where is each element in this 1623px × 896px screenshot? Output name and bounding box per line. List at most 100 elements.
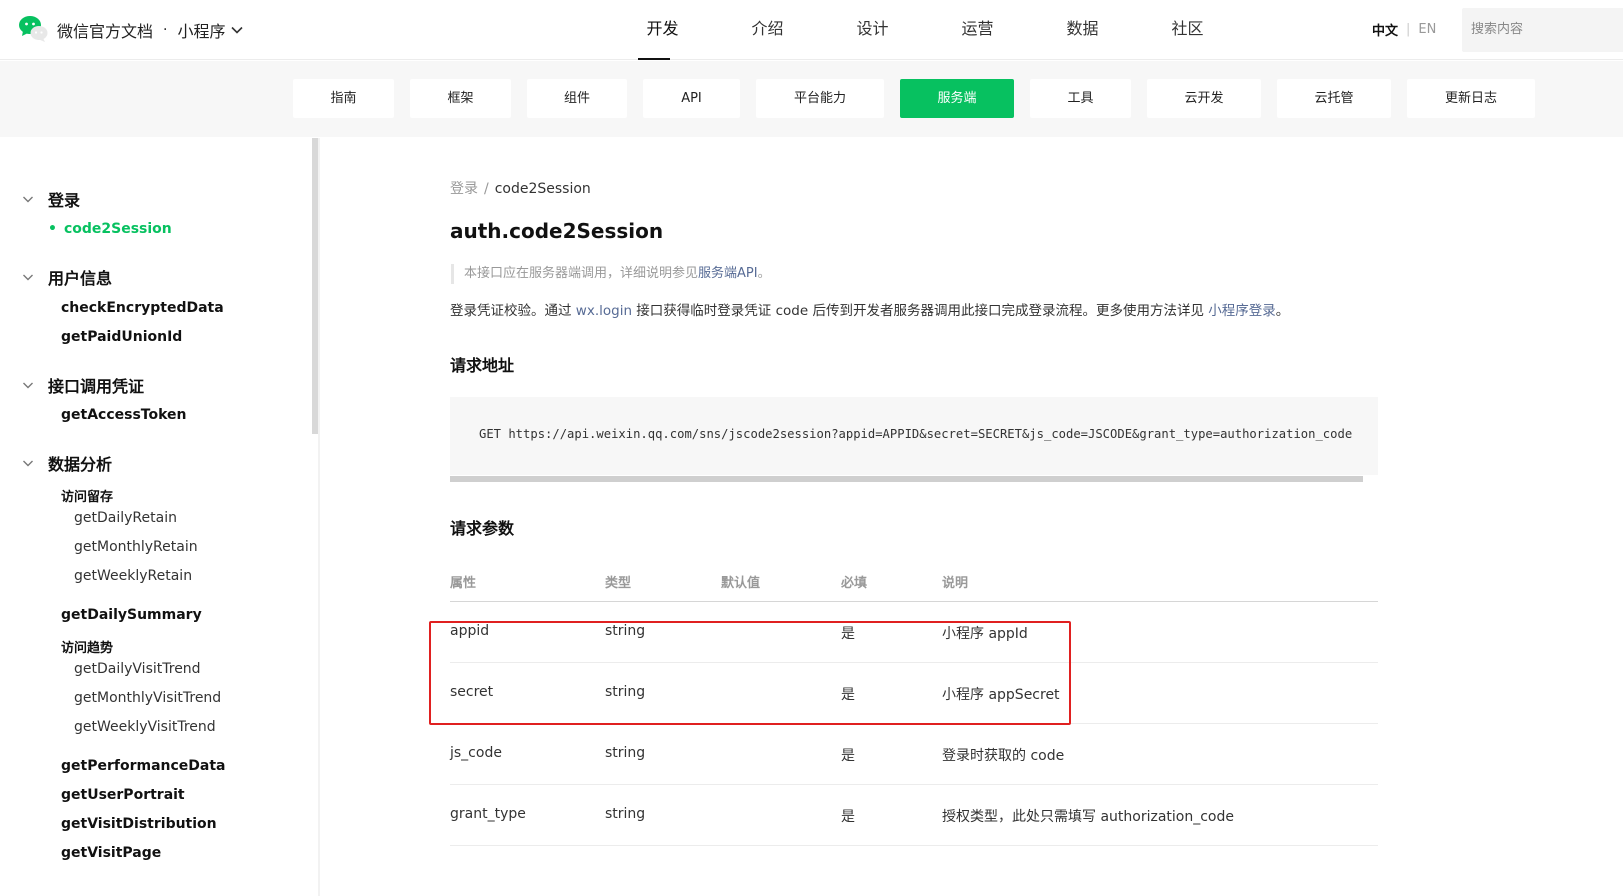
lang-separator: | xyxy=(1406,22,1411,37)
sidebar-item-getmonthlyvisittrend[interactable]: getMonthlyVisitTrend xyxy=(74,690,221,706)
breadcrumb: 登录 / code2Session xyxy=(450,178,591,198)
nav-item-operation[interactable]: 运营 xyxy=(925,0,1030,60)
subnav-platform[interactable]: 平台能力 xyxy=(756,79,884,118)
sidebar-group-label: 数据分析 xyxy=(48,455,113,474)
sidebar-item-checkencrypteddata[interactable]: checkEncryptedData xyxy=(61,300,224,316)
table-header-required: 必填 xyxy=(841,576,868,591)
table-cell-type: string xyxy=(605,806,646,822)
sidebar-item-getaccesstoken[interactable]: getAccessToken xyxy=(61,407,187,423)
sidebar-item-getpaidunionid[interactable]: getPaidUnionId xyxy=(61,329,182,345)
subnav-tools[interactable]: 工具 xyxy=(1030,79,1131,118)
language-switch: 中文 | EN xyxy=(1372,20,1436,39)
table-cell-desc: 授权类型，此处只需填写 authorization_code xyxy=(942,809,1234,825)
sidebar-item-getperformancedata[interactable]: getPerformanceData xyxy=(61,758,226,774)
page-title: auth.code2Session xyxy=(450,219,664,243)
subnav-server[interactable]: 服务端 xyxy=(900,79,1014,118)
sidebar-scrollbar[interactable] xyxy=(312,138,318,434)
sidebar-group-analytics[interactable]: 数据分析 xyxy=(22,451,112,475)
sidebar-item-getmonthlyretain[interactable]: getMonthlyRetain xyxy=(74,539,198,555)
sidebar-group-label: 接口调用凭证 xyxy=(48,377,145,396)
subnav-api[interactable]: API xyxy=(643,79,740,118)
nav-item-design[interactable]: 设计 xyxy=(820,0,925,60)
table-cell-required: 是 xyxy=(841,809,855,825)
sidebar-group-label: 用户信息 xyxy=(48,269,113,288)
sidebar-item-label: code2Session xyxy=(63,221,172,237)
brand-separator: · xyxy=(163,22,168,38)
sidebar-subgroup-retain[interactable]: 访问留存 xyxy=(61,486,113,505)
nav-item-dev[interactable]: 开发 xyxy=(610,0,715,60)
chevron-down-icon xyxy=(23,196,33,202)
table-cell-desc: 登录时获取的 code xyxy=(942,748,1065,764)
sidebar-item-getuserportrait[interactable]: getUserPortrait xyxy=(61,787,185,803)
subnav-cloud-dev[interactable]: 云开发 xyxy=(1147,79,1261,118)
sidebar-group-label: 登录 xyxy=(48,191,81,210)
highlight-annotation-box xyxy=(429,621,1071,725)
subnav-framework[interactable]: 框架 xyxy=(410,79,511,118)
table-header-divider xyxy=(450,601,1378,602)
note-blockquote: 本接口应在服务器端调用，详细说明参见服务端API。 xyxy=(451,264,771,284)
link-wx-login[interactable]: wx.login xyxy=(576,303,632,319)
table-header-desc: 说明 xyxy=(942,576,969,591)
breadcrumb-parent[interactable]: 登录 xyxy=(450,181,478,197)
section-heading-request-url: 请求地址 xyxy=(450,356,515,375)
code-horizontal-scrollbar[interactable] xyxy=(450,476,1363,482)
note-link-server-api[interactable]: 服务端API xyxy=(698,266,758,281)
table-cell-required: 是 xyxy=(841,748,855,764)
chevron-down-icon xyxy=(23,274,33,280)
nav-item-data[interactable]: 数据 xyxy=(1030,0,1135,60)
breadcrumb-current: code2Session xyxy=(494,181,591,197)
active-bullet: • xyxy=(48,221,57,237)
table-row-divider xyxy=(450,784,1378,785)
subnav-changelog[interactable]: 更新日志 xyxy=(1407,79,1535,118)
search-input[interactable]: 搜索内容 xyxy=(1462,8,1623,52)
note-suffix: 。 xyxy=(757,266,771,281)
sidebar-item-getvisitpage[interactable]: getVisitPage xyxy=(61,845,161,861)
wechat-logo-icon[interactable] xyxy=(18,14,48,44)
note-text: 本接口应在服务器端调用，详细说明参见 xyxy=(464,266,699,281)
table-cell-name: grant_type xyxy=(450,806,526,822)
sidebar-group-userinfo[interactable]: 用户信息 xyxy=(22,265,112,289)
brand-title[interactable]: 微信官方文档 xyxy=(57,18,153,42)
top-header: 微信官方文档 · 小程序 开发 介绍 设计 运营 数据 社区 中文 | EN 搜… xyxy=(0,0,1623,60)
lang-zh[interactable]: 中文 xyxy=(1372,20,1398,39)
breadcrumb-separator: / xyxy=(484,181,489,197)
desc-text-2: 接口获得临时登录凭证 code 后传到开发者服务器调用此接口完成登录流程。更多使… xyxy=(632,303,1209,319)
sidebar-subgroup-trend[interactable]: 访问趋势 xyxy=(61,637,113,656)
sidebar-item-getdailyretain[interactable]: getDailyRetain xyxy=(74,510,177,526)
link-miniprogram-login[interactable]: 小程序登录 xyxy=(1208,303,1276,319)
description: 登录凭证校验。通过 wx.login 接口获得临时登录凭证 code 后传到开发… xyxy=(450,299,1289,319)
sidebar: 登录 • code2Session 用户信息 checkEncryptedData… xyxy=(0,138,312,896)
chevron-down-icon xyxy=(23,460,33,466)
sidebar-item-getdailysummary[interactable]: getDailySummary xyxy=(61,607,202,623)
sidebar-item-getdailyvisittrend[interactable]: getDailyVisitTrend xyxy=(74,661,201,677)
brand: 微信官方文档 · 小程序 xyxy=(57,18,244,42)
sidebar-scroll-track[interactable] xyxy=(318,138,320,896)
sidebar-group-credentials[interactable]: 接口调用凭证 xyxy=(22,373,144,397)
table-row-divider xyxy=(450,845,1378,846)
sidebar-item-getweeklyretain[interactable]: getWeeklyRetain xyxy=(74,568,192,584)
nav-item-intro[interactable]: 介绍 xyxy=(715,0,820,60)
sidebar-group-login[interactable]: 登录 xyxy=(22,187,80,211)
table-cell-type: string xyxy=(605,745,646,761)
top-nav: 开发 介绍 设计 运营 数据 社区 xyxy=(610,0,1240,60)
sidebar-item-getweeklyvisittrend[interactable]: getWeeklyVisitTrend xyxy=(74,719,216,735)
sub-nav: 指南 框架 组件 API 平台能力 服务端 工具 云开发 云托管 更新日志 xyxy=(0,61,1623,137)
nav-item-community[interactable]: 社区 xyxy=(1135,0,1240,60)
chevron-down-icon[interactable] xyxy=(231,26,244,34)
subnav-cloud-hosting[interactable]: 云托管 xyxy=(1277,79,1391,118)
subnav-guide[interactable]: 指南 xyxy=(293,79,394,118)
table-cell-name: js_code xyxy=(450,745,502,761)
sidebar-item-getvisitdistribution[interactable]: getVisitDistribution xyxy=(61,816,217,832)
desc-text-1: 登录凭证校验。通过 xyxy=(450,303,576,319)
chevron-down-icon xyxy=(23,382,33,388)
lang-en[interactable]: EN xyxy=(1418,22,1436,37)
table-header-name: 属性 xyxy=(450,576,477,591)
code-block: GET https://api.weixin.qq.com/sns/jscode… xyxy=(450,397,1378,475)
section-heading-request-params: 请求参数 xyxy=(450,519,515,538)
request-url-code: GET https://api.weixin.qq.com/sns/jscode… xyxy=(479,427,1353,441)
table-header-type: 类型 xyxy=(605,576,632,591)
sidebar-item-code2session[interactable]: • code2Session xyxy=(48,221,172,237)
product-selector[interactable]: 小程序 xyxy=(177,18,225,42)
table-header-default: 默认值 xyxy=(721,576,761,591)
subnav-components[interactable]: 组件 xyxy=(527,79,627,118)
